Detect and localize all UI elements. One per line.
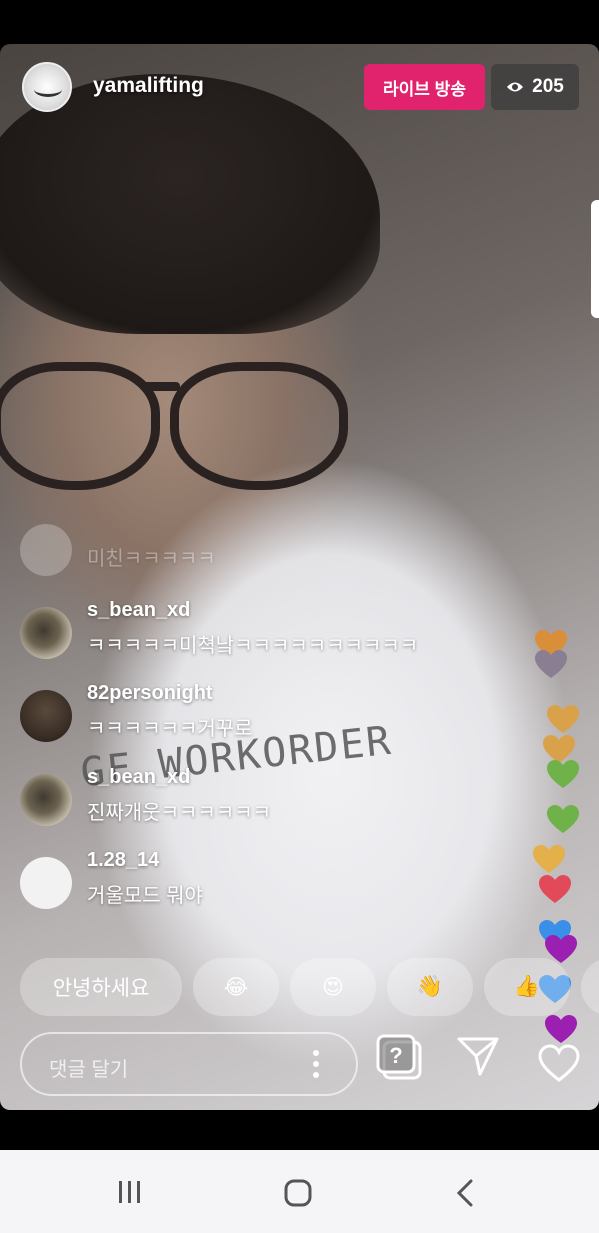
comment-text: 미친ㅋㅋㅋㅋㅋ xyxy=(87,548,216,570)
comment-input[interactable]: 댓글 달기 xyxy=(20,1032,358,1096)
video-glasses-bridge xyxy=(140,382,180,391)
quick-reply-heart-eyes[interactable]: 😍 xyxy=(290,958,376,1016)
comment-username[interactable]: 82personight xyxy=(87,682,213,705)
quick-reply-row: 안녕하세요 😂 😍 👋 👍 xyxy=(20,958,599,1016)
live-header: yamalifting 라이브 방송 205 xyxy=(0,44,599,134)
comment-text: ㅋㅋㅋㅋㅋㅋ거꾸로 xyxy=(87,718,253,740)
comment-username[interactable]: 1.28_14 xyxy=(87,849,159,872)
comment-avatar[interactable] xyxy=(20,774,72,826)
host-username[interactable]: yamalifting xyxy=(93,74,204,98)
floating-heart xyxy=(547,805,579,833)
comment-avatar[interactable] xyxy=(20,690,72,742)
floating-heart xyxy=(533,845,565,873)
comment-avatar[interactable] xyxy=(20,857,72,909)
quick-reply-thumbs-up[interactable]: 👍 xyxy=(484,958,570,1016)
floating-heart xyxy=(547,705,579,733)
quick-reply-laugh[interactable]: 😂 xyxy=(193,958,279,1016)
video-glasses-left xyxy=(0,362,160,490)
video-glasses-right xyxy=(170,362,348,490)
more-options-icon[interactable] xyxy=(312,1049,320,1079)
comment-text: 거울모드 뭐야 xyxy=(87,885,203,907)
eye-icon xyxy=(507,82,524,92)
quick-reply-more[interactable] xyxy=(581,958,599,1016)
live-video-screen: GF WORKORDER yamalifting 라이브 방송 205 미친ㅋㅋ… xyxy=(0,44,599,1110)
comment-username[interactable]: s_bean_xd xyxy=(87,599,190,622)
comment-avatar[interactable] xyxy=(20,607,72,659)
comment-text: 진짜개웃ㅋㅋㅋㅋㅋㅋ xyxy=(87,802,271,824)
viewer-count: 205 xyxy=(532,76,564,97)
send-icon[interactable] xyxy=(456,1034,500,1078)
svg-text:?: ? xyxy=(389,1043,402,1068)
floating-heart xyxy=(535,650,567,678)
viewer-count-badge[interactable]: 205 xyxy=(491,64,579,110)
comment-input-placeholder: 댓글 달기 xyxy=(49,1059,129,1081)
android-nav-bar xyxy=(0,1150,599,1233)
home-icon[interactable] xyxy=(284,1179,312,1207)
floating-heart xyxy=(547,760,579,788)
live-badge: 라이브 방송 xyxy=(364,64,485,110)
floating-heart xyxy=(545,1015,577,1043)
floating-heart xyxy=(539,875,571,903)
like-heart-icon[interactable] xyxy=(538,1044,580,1084)
side-edge-handle[interactable] xyxy=(591,200,599,318)
recent-apps-icon[interactable] xyxy=(117,1179,143,1205)
quick-reply-wave[interactable]: 👋 xyxy=(387,958,473,1016)
back-icon[interactable] xyxy=(455,1179,475,1207)
comment-text: ㅋㅋㅋㅋㅋ미쳑낰ㅋㅋㅋㅋㅋㅋㅋㅋㅋㅋ xyxy=(87,635,419,657)
question-sticker-icon[interactable]: ? xyxy=(376,1034,424,1082)
host-avatar[interactable] xyxy=(22,62,72,112)
comment-username[interactable]: s_bean_xd xyxy=(87,766,190,789)
comment-avatar xyxy=(20,524,72,576)
quick-reply-greeting[interactable]: 안녕하세요 xyxy=(20,958,182,1016)
